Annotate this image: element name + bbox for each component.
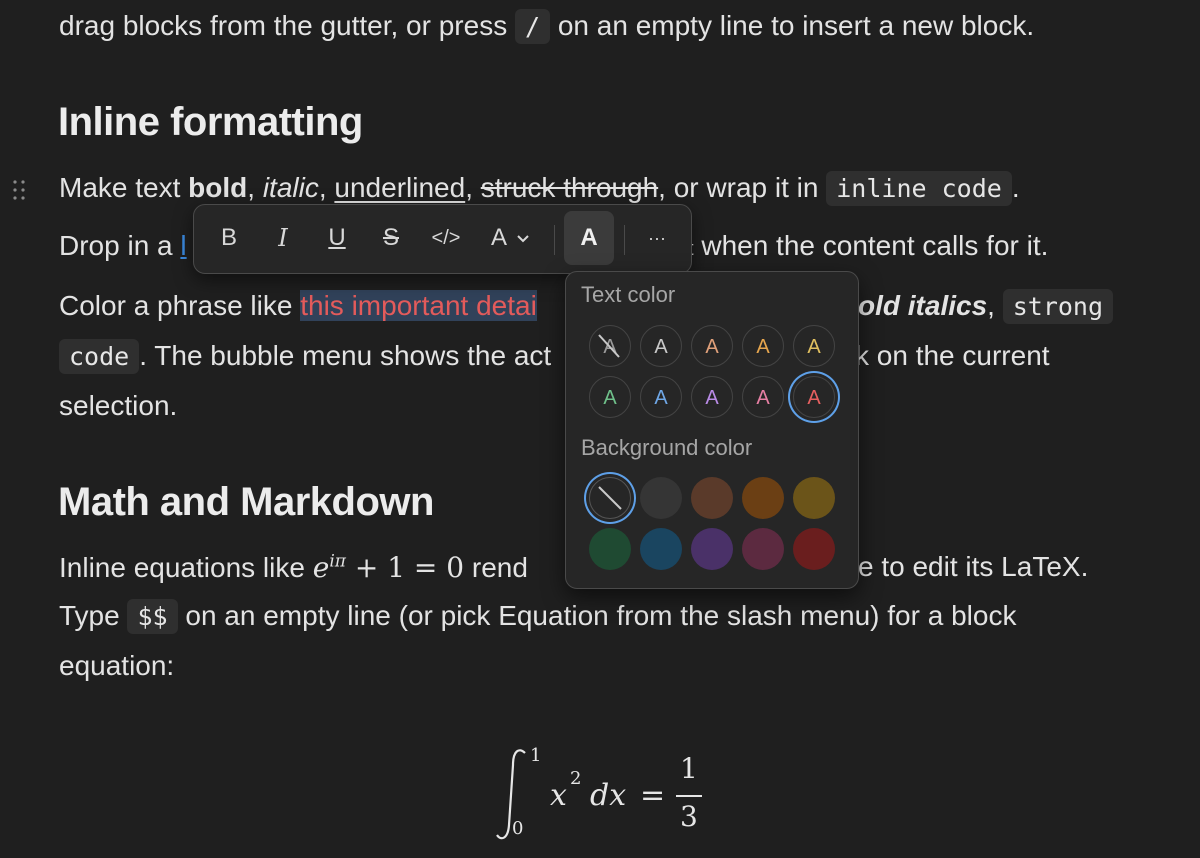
toolbar-divider bbox=[624, 225, 625, 255]
eq-exponent: iπ bbox=[329, 551, 346, 572]
background-color-swatch[interactable] bbox=[793, 477, 835, 519]
text-segment: Drop in a bbox=[59, 230, 181, 261]
color-picker-popover: Text color AAAAA AAAAA Background color bbox=[565, 271, 859, 589]
more-options-button[interactable]: ··· bbox=[640, 223, 674, 253]
text-segment: , bbox=[247, 172, 263, 203]
background-color-swatch[interactable] bbox=[793, 528, 835, 570]
math-paragraph-line-1-end: e to edit its LaTeX. bbox=[858, 551, 1089, 582]
text-segment: k on the current bbox=[855, 340, 1050, 371]
text-color-default-swatch[interactable]: A bbox=[589, 325, 631, 367]
background-color-swatch[interactable] bbox=[640, 528, 682, 570]
math-paragraph-line-3: equation: bbox=[59, 650, 175, 681]
text-segment: Type bbox=[59, 600, 128, 631]
colored-highlight-text: this important detai bbox=[300, 290, 537, 321]
slash-kbd: / bbox=[515, 9, 551, 44]
text-color-swatch[interactable]: A bbox=[640, 376, 682, 418]
italic-button[interactable]: I bbox=[268, 223, 298, 253]
background-color-swatch[interactable] bbox=[640, 477, 682, 519]
drag-handle-icon[interactable] bbox=[12, 178, 30, 202]
text-segment: , bbox=[465, 172, 481, 203]
paragraph-line-2-end: t when the content calls for it. bbox=[688, 230, 1048, 262]
integral-lower-bound: 0 bbox=[512, 818, 524, 839]
strong-code-cont: code bbox=[59, 339, 140, 374]
paragraph-line-2: Drop in a l bbox=[59, 230, 187, 262]
link-text[interactable]: l bbox=[180, 230, 186, 261]
intro-text: drag blocks from the gutter, or press bbox=[59, 10, 508, 41]
text-style-label: A bbox=[490, 224, 507, 251]
paragraph-line-3: Color a phrase like this important detai bbox=[59, 290, 537, 322]
text-segment: Inline equations like bbox=[59, 552, 313, 583]
text-color-button[interactable]: A bbox=[574, 223, 604, 253]
inline-code: inline code bbox=[826, 171, 1012, 206]
text-style-dropdown[interactable]: A bbox=[488, 223, 536, 253]
strong-code: strong bbox=[1002, 289, 1114, 324]
integrand-x: x bbox=[550, 778, 567, 813]
code-button[interactable]: </> bbox=[424, 223, 468, 253]
underline-button[interactable]: U bbox=[322, 223, 352, 253]
background-none-swatch[interactable] bbox=[589, 477, 631, 519]
bubble-menu-toolbar: B I U S </> A A ··· bbox=[193, 204, 692, 274]
text-color-swatch[interactable]: A bbox=[742, 376, 784, 418]
fraction-bar bbox=[676, 795, 702, 797]
intro-text-after: on an empty line to insert a new block. bbox=[557, 10, 1035, 41]
heading-math-markdown: Math and Markdown bbox=[58, 480, 434, 524]
text-color-title: Text color bbox=[581, 282, 676, 307]
background-color-swatch[interactable] bbox=[589, 528, 631, 570]
eq-base: e bbox=[312, 551, 330, 584]
text-color-swatch[interactable]: A bbox=[691, 325, 733, 367]
underlined-text: underlined bbox=[334, 172, 466, 203]
text-segment: on an empty line (or pick Equation from … bbox=[185, 600, 1017, 631]
background-color-swatch[interactable] bbox=[691, 477, 733, 519]
bold-button[interactable]: B bbox=[214, 223, 244, 253]
text-segment: , bbox=[318, 172, 335, 203]
toolbar-divider bbox=[554, 225, 555, 255]
text-color-swatch[interactable]: A bbox=[640, 325, 682, 367]
text-segment: . bbox=[1011, 172, 1020, 203]
bold-italic-text: old italics bbox=[858, 290, 988, 321]
bold-text: bold bbox=[188, 172, 248, 203]
text-segment: Color a phrase like bbox=[59, 290, 301, 321]
paragraph-line-4: code. The bubble menu shows the act bbox=[59, 339, 552, 374]
paragraph-line-4-end: k on the current bbox=[855, 340, 1050, 372]
text-segment: , bbox=[987, 290, 1003, 321]
block-equation[interactable]: 1 0 x 2 dx = 1 3 bbox=[490, 740, 720, 850]
differential: dx bbox=[590, 778, 627, 813]
integrand-power: 2 bbox=[570, 768, 582, 789]
text-segment: when the content calls for it. bbox=[693, 230, 1049, 261]
text-color-swatch[interactable]: A bbox=[793, 376, 835, 418]
math-paragraph-line-2: Type $$ on an empty line (or pick Equati… bbox=[59, 599, 1017, 634]
math-paragraph-line-1: Inline equations like eiπ + 1 = 0 rend bbox=[59, 551, 528, 584]
paragraph-line-3-end: old italics, strong bbox=[858, 289, 1114, 324]
text-segment: , or wrap it in bbox=[658, 172, 827, 203]
heading-inline-formatting: Inline formatting bbox=[58, 100, 363, 144]
text-segment: rend bbox=[464, 552, 528, 583]
background-color-swatch[interactable] bbox=[691, 528, 733, 570]
paragraph-intro: drag blocks from the gutter, or press / … bbox=[59, 9, 1035, 44]
fraction-denominator: 3 bbox=[680, 800, 698, 833]
dollar-kbd: $$ bbox=[127, 599, 178, 634]
background-color-swatch[interactable] bbox=[742, 528, 784, 570]
text-color-swatch[interactable]: A bbox=[691, 376, 733, 418]
eq-rest: + 1 = 0 bbox=[354, 551, 465, 584]
background-color-title: Background color bbox=[581, 435, 753, 460]
text-color-swatch[interactable]: A bbox=[589, 376, 631, 418]
equals-sign: = bbox=[640, 778, 666, 813]
italic-text: italic bbox=[262, 172, 319, 203]
strikethrough-button[interactable]: S bbox=[376, 223, 406, 253]
integral-upper-bound: 1 bbox=[530, 745, 542, 766]
text-segment: . The bubble menu shows the act bbox=[139, 340, 552, 371]
text-color-swatch[interactable]: A bbox=[742, 325, 784, 367]
fraction-numerator: 1 bbox=[680, 752, 698, 785]
paragraph-line-5: selection. bbox=[59, 390, 178, 421]
text-color-swatch[interactable]: A bbox=[793, 325, 835, 367]
background-color-swatch[interactable] bbox=[742, 477, 784, 519]
chevron-down-icon bbox=[517, 235, 529, 243]
strikethrough-text: struck through bbox=[480, 172, 659, 203]
inline-equation[interactable]: eiπ + 1 = 0 bbox=[313, 551, 464, 584]
text-segment: Make text bbox=[59, 172, 189, 203]
paragraph-line-1: Make text bold, italic, underlined, stru… bbox=[59, 171, 1020, 206]
